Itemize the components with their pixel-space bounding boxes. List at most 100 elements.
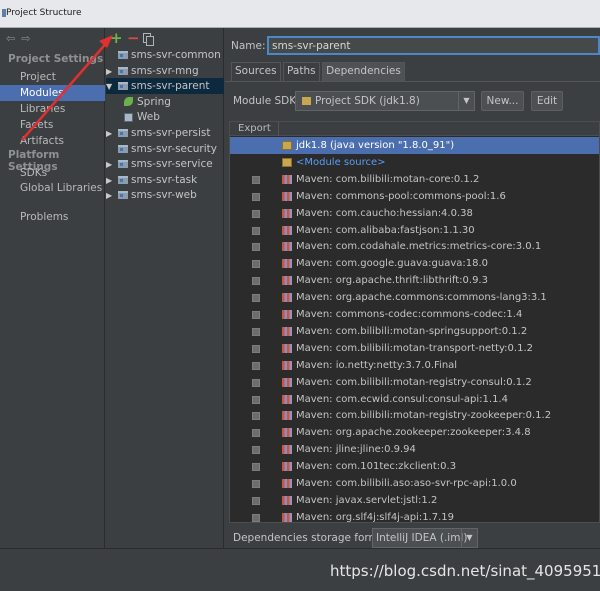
edit-sdk-button[interactable]: Edit [531, 91, 563, 111]
export-checkbox[interactable] [252, 175, 260, 184]
chevron-right-icon[interactable]: ▶ [106, 157, 118, 173]
tree-node-sms-svr-web[interactable]: ▶ sms-svr-web [106, 187, 224, 203]
export-checkbox[interactable] [252, 361, 260, 370]
tree-node-label: sms-svr-parent [131, 80, 210, 93]
maven-library-icon [282, 479, 292, 488]
dependency-row[interactable]: Maven: org.apache.commons:commons-lang3:… [230, 289, 599, 306]
export-checkbox[interactable] [252, 395, 260, 404]
window-title: Project Structure [6, 8, 82, 18]
tree-node-sms-svr-persist[interactable]: ▶ sms-svr-persist [106, 125, 224, 141]
chevron-down-icon[interactable]: ▼ [106, 79, 118, 95]
tree-node-spring[interactable]: Spring [124, 94, 224, 110]
export-checkbox[interactable] [252, 294, 260, 303]
copy-module-icon[interactable] [143, 33, 154, 46]
nav-item-project[interactable]: Project [0, 69, 105, 85]
dependency-row[interactable]: Maven: com.101tec:zkclient:0.3 [230, 458, 599, 475]
chevron-right-icon[interactable]: ▶ [106, 126, 118, 142]
add-module-icon[interactable]: + [110, 29, 123, 47]
dependency-row[interactable]: Maven: com.bilibili.aso:aso-svr-rpc-api:… [230, 475, 599, 492]
nav-item-sdks[interactable]: SDKs [0, 165, 105, 181]
dependency-row[interactable]: Maven: org.slf4j:slf4j-api:1.7.19 [230, 509, 599, 522]
dependency-row[interactable]: Maven: commons-codec:commons-codec:1.4 [230, 306, 599, 323]
export-checkbox[interactable] [252, 277, 260, 286]
back-arrow-icon[interactable]: ⇦ [6, 32, 15, 45]
dependency-label: Maven: com.bilibili:motan-transport-nett… [296, 342, 533, 354]
module-folder-icon [118, 175, 128, 184]
tree-node-sms-svr-service[interactable]: ▶ sms-svr-service [106, 156, 224, 172]
export-checkbox[interactable] [252, 226, 260, 235]
chevron-down-icon[interactable]: ▼ [461, 529, 477, 547]
chevron-right-icon[interactable]: ▶ [106, 188, 118, 204]
new-sdk-button[interactable]: New... [481, 91, 524, 111]
dependency-row[interactable]: Maven: com.ecwid.consul:consul-api:1.1.4 [230, 391, 599, 408]
module-name-input[interactable]: sms-svr-parent [267, 36, 600, 55]
storage-format-select[interactable]: IntelliJ IDEA (.iml) ▼ [372, 528, 478, 548]
export-checkbox[interactable] [252, 429, 260, 438]
export-checkbox[interactable] [252, 412, 260, 421]
dependency-row[interactable]: Maven: com.bilibili:motan-springsupport:… [230, 323, 599, 340]
tab-sources[interactable]: Sources [231, 62, 281, 81]
dependency-row[interactable]: Maven: com.bilibili:motan-transport-nett… [230, 340, 599, 357]
tree-node-sms-svr-task[interactable]: ▶ sms-svr-task [106, 172, 224, 188]
chevron-down-icon[interactable]: ▼ [458, 92, 474, 110]
maven-library-icon [282, 495, 292, 505]
storage-format-label: Dependencies storage format: [233, 532, 393, 544]
dependency-label: <Module source> [296, 156, 386, 168]
dependency-row[interactable]: Maven: com.caucho:hessian:4.0.38 [230, 205, 599, 222]
chevron-right-icon[interactable]: ▶ [106, 173, 118, 189]
export-checkbox[interactable] [252, 344, 260, 353]
export-checkbox[interactable] [252, 378, 260, 387]
dependency-row[interactable]: Maven: javax.servlet:jstl:1.2 [230, 492, 599, 509]
export-checkbox[interactable] [252, 192, 260, 201]
tree-node-sms-svr-mng[interactable]: ▶ sms-svr-mng [106, 63, 224, 79]
nav-item-global-libraries[interactable]: Global Libraries [0, 180, 105, 196]
maven-library-icon [282, 276, 292, 286]
dependency-row[interactable]: Maven: org.apache.zookeeper:zookeeper:3.… [230, 424, 599, 441]
dependency-row[interactable]: Maven: com.codahale.metrics:metrics-core… [230, 238, 599, 255]
export-column-header[interactable]: Export [238, 122, 271, 136]
nav-item-artifacts[interactable]: Artifacts [0, 133, 105, 149]
chevron-right-icon[interactable]: ▶ [106, 64, 118, 80]
module-folder-icon [118, 51, 128, 59]
tab-dependencies[interactable]: Dependencies [322, 62, 405, 81]
tab-paths[interactable]: Paths [283, 62, 320, 81]
nav-item-modules[interactable]: Modules [0, 85, 105, 101]
dependency-row[interactable]: Maven: com.google.guava:guava:18.0 [230, 255, 599, 272]
tree-node-web[interactable]: Web [124, 109, 224, 125]
dependencies-table: Export jdk1.8 (java version "1.8.0_91") <… [229, 121, 600, 523]
nav-item-libraries[interactable]: Libraries [0, 101, 105, 117]
dependency-row[interactable]: Maven: jline:jline:0.9.94 [230, 441, 599, 458]
export-checkbox[interactable] [252, 463, 260, 472]
dependency-row[interactable]: Maven: org.apache.thrift:libthrift:0.9.3 [230, 272, 599, 289]
export-checkbox[interactable] [252, 209, 260, 218]
nav-item-facets[interactable]: Facets [0, 117, 105, 133]
dependency-row[interactable]: Maven: com.bilibili:motan-registry-consu… [230, 374, 599, 391]
dependency-label: Maven: commons-codec:commons-codec:1.4 [296, 309, 523, 320]
forward-arrow-icon[interactable]: ⇨ [21, 32, 30, 45]
dependency-row[interactable]: Maven: com.bilibili:motan-registry-zooke… [230, 407, 599, 424]
export-checkbox[interactable] [252, 496, 260, 505]
export-checkbox[interactable] [252, 513, 260, 522]
export-checkbox[interactable] [252, 480, 260, 488]
tree-node-sms-svr-common[interactable]: sms-svr-common [106, 47, 224, 63]
export-checkbox[interactable] [252, 243, 260, 252]
nav-item-problems[interactable]: Problems [0, 209, 105, 225]
tree-node-sms-svr-security[interactable]: sms-svr-security [106, 141, 224, 157]
dependency-row[interactable]: Maven: io.netty:netty:3.7.0.Final [230, 357, 599, 374]
export-checkbox[interactable] [252, 327, 260, 336]
dependency-label: Maven: io.netty:netty:3.7.0.Final [296, 359, 458, 371]
tree-node-label: Web [137, 111, 160, 124]
export-checkbox[interactable] [252, 260, 260, 269]
maven-library-icon [282, 225, 292, 235]
tree-node-sms-svr-parent[interactable]: ▼ sms-svr-parent [106, 78, 224, 95]
export-checkbox[interactable] [252, 311, 260, 319]
module-sdk-select[interactable]: Project SDK (jdk1.8) ▼ [295, 91, 475, 111]
module-detail-panel: Name: sms-svr-parent Sources Paths Depen… [225, 28, 600, 548]
dependency-row[interactable]: Maven: com.bilibili:motan-core:0.1.2 [230, 171, 599, 188]
export-checkbox[interactable] [252, 446, 260, 455]
dependency-row[interactable]: jdk1.8 (java version "1.8.0_91") [230, 137, 599, 154]
dependency-row[interactable]: <Module source> [230, 154, 599, 171]
remove-module-icon[interactable]: − [127, 29, 140, 47]
dependency-row[interactable]: Maven: com.alibaba:fastjson:1.1.30 [230, 222, 599, 239]
dependency-row[interactable]: Maven: commons-pool:commons-pool:1.6 [230, 188, 599, 205]
